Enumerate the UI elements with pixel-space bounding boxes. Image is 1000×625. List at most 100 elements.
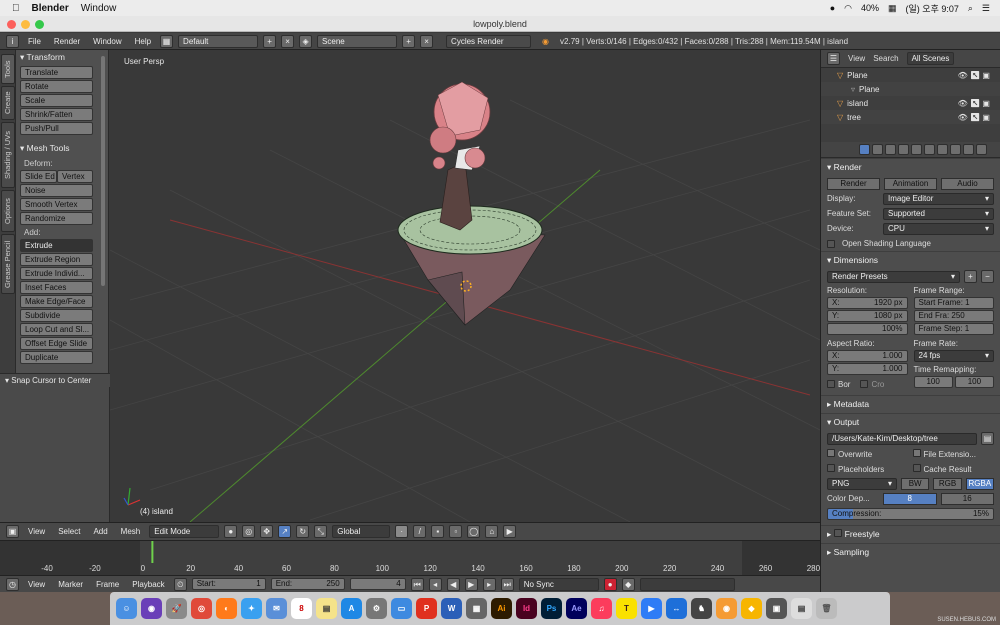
calendar-icon[interactable]: 8: [291, 598, 312, 619]
featureset-select[interactable]: Supported ▾: [883, 207, 994, 220]
remove-scene-icon[interactable]: ×: [420, 34, 434, 48]
rgb-button[interactable]: RGB: [933, 477, 962, 490]
slide-edge-button[interactable]: Slide Ed: [20, 170, 57, 183]
crop-checkbox[interactable]: [860, 380, 869, 388]
mail-icon[interactable]: ✉: [266, 598, 287, 619]
format-select[interactable]: PNG ▾: [827, 477, 897, 490]
word-icon[interactable]: W: [441, 598, 462, 619]
kakaotalk-icon[interactable]: T: [616, 598, 637, 619]
sketch-icon[interactable]: ◆: [741, 598, 762, 619]
extrude-individual-button[interactable]: Extrude Individ...: [20, 267, 93, 280]
visibility-icons[interactable]: 👁 ↖ ▣: [958, 99, 1000, 108]
animation-button[interactable]: Animation: [884, 177, 937, 190]
depth-8-button[interactable]: 8: [883, 492, 937, 505]
extrude-region-button[interactable]: Extrude Region: [20, 253, 93, 266]
end-frame-prop[interactable]: End Fra: 250: [913, 310, 994, 322]
tab-options[interactable]: Options: [1, 190, 15, 232]
quicktime-icon[interactable]: ▶: [641, 598, 662, 619]
manipulator-icon[interactable]: ✥: [260, 525, 274, 538]
rgba-button[interactable]: RGBA: [965, 477, 994, 490]
occlude-icon[interactable]: ▫: [449, 525, 463, 538]
translate-button[interactable]: Translate: [20, 66, 93, 79]
preview-range-icon[interactable]: ⏲: [173, 577, 187, 591]
frame-step-prop[interactable]: Frame Step: 1: [913, 323, 994, 335]
translate-manipulator-icon[interactable]: ↗: [278, 525, 292, 538]
keynote-icon[interactable]: ▭: [391, 598, 412, 619]
outliner-row[interactable]: ▽ Plane 👁 ↖ ▣: [821, 68, 1000, 82]
render-engine-select[interactable]: Cycles Render: [446, 34, 532, 48]
render-panel-header[interactable]: ▾ Render: [821, 158, 1000, 176]
outliner-row[interactable]: ▽ tree 👁 ↖ ▣: [821, 110, 1000, 124]
data-tab-icon[interactable]: [950, 144, 961, 155]
editor-type-3dview-icon[interactable]: ▣: [6, 525, 19, 538]
res-y-field[interactable]: Y: 1080 px: [827, 310, 908, 322]
tab-grease-pencil[interactable]: Grease Pencil: [1, 234, 15, 294]
menu-render[interactable]: Render: [50, 37, 84, 46]
add-layout-icon[interactable]: +: [263, 34, 277, 48]
remove-layout-icon[interactable]: ×: [281, 34, 295, 48]
minimize-window-icon[interactable]: [21, 20, 30, 29]
vmenu-add[interactable]: Add: [89, 527, 111, 536]
aspect-y-field[interactable]: Y: 1.000: [827, 363, 908, 375]
aspect-x-field[interactable]: X: 1.000: [827, 350, 908, 362]
outliner-view-menu[interactable]: View: [848, 54, 865, 63]
tab-shading-uvs[interactable]: Shading / UVs: [1, 122, 15, 188]
visibility-icons[interactable]: 👁 ↖ ▣: [958, 71, 1000, 80]
close-window-icon[interactable]: [7, 20, 16, 29]
menu-icon[interactable]: ☰: [982, 3, 990, 14]
scene-field[interactable]: Scene: [317, 34, 398, 48]
visibility-icons[interactable]: 👁 ↖ ▣: [958, 113, 1000, 122]
app-menu[interactable]: Blender: [32, 3, 69, 14]
offset-edge-slide-button[interactable]: Offset Edge Slide: [20, 337, 93, 350]
display-select[interactable]: Image Editor ▾: [883, 192, 994, 205]
freestyle-checkbox[interactable]: [833, 529, 842, 537]
teamviewer-icon[interactable]: ↔: [666, 598, 687, 619]
firefox-icon[interactable]: ◐: [216, 598, 237, 619]
record-icon[interactable]: ●: [603, 577, 617, 591]
siri-icon[interactable]: ◉: [141, 598, 162, 619]
editor-type-icon[interactable]: i: [6, 34, 19, 48]
editor-type-timeline-icon[interactable]: ◷: [6, 577, 19, 591]
shrink-fatten-button[interactable]: Shrink/Fatten: [20, 108, 93, 121]
freestyle-panel-header[interactable]: ▸ Freestyle: [821, 525, 1000, 543]
indesign-icon[interactable]: Id: [516, 598, 537, 619]
blender-dock-icon[interactable]: ◉: [716, 598, 737, 619]
output-path-field[interactable]: /Users/Kate-Kim/Desktop/tree: [827, 432, 977, 445]
finder-icon[interactable]: ☺: [116, 598, 137, 619]
modifiers-tab-icon[interactable]: [937, 144, 948, 155]
transform-panel-header[interactable]: ▾ Transform: [16, 50, 108, 65]
system-preferences-icon[interactable]: ⚙: [366, 598, 387, 619]
add-scene-icon[interactable]: +: [402, 34, 416, 48]
battery-label[interactable]: 40%: [861, 3, 879, 13]
framerate-select[interactable]: 24 fps ▾: [913, 350, 994, 362]
flag-icon[interactable]: ▦: [888, 3, 897, 14]
search-icon[interactable]: ⌕: [968, 3, 973, 14]
window-menu[interactable]: Window: [81, 3, 117, 14]
editor-type-outliner-icon[interactable]: ☰: [827, 52, 840, 65]
folder-icon[interactable]: ▤: [981, 432, 994, 445]
push-pull-button[interactable]: Push/Pull: [20, 122, 93, 135]
render-tab-icon[interactable]: [859, 144, 870, 155]
mesh-tools-panel-header[interactable]: ▾ Mesh Tools: [16, 141, 108, 156]
edge-select-icon[interactable]: /: [413, 525, 427, 538]
proportional-icon[interactable]: ◯: [467, 525, 481, 538]
powerpoint-icon[interactable]: P: [416, 598, 437, 619]
layout-icon[interactable]: ▦: [160, 34, 174, 48]
vmenu-select[interactable]: Select: [54, 527, 84, 536]
vertex-select-icon[interactable]: ·: [395, 525, 409, 538]
add-preset-icon[interactable]: +: [964, 270, 977, 283]
play-reverse-icon[interactable]: ◀: [446, 577, 460, 591]
mode-select[interactable]: Edit Mode: [149, 525, 220, 538]
outliner-row[interactable]: ▽ island 👁 ↖ ▣: [821, 96, 1000, 110]
overwrite-checkbox[interactable]: [827, 448, 835, 457]
safari-icon[interactable]: ✦: [241, 598, 262, 619]
document-icon[interactable]: ▤: [791, 598, 812, 619]
itunes-icon[interactable]: ♫: [591, 598, 612, 619]
face-select-icon[interactable]: ▪: [431, 525, 445, 538]
tmenu-view[interactable]: View: [24, 580, 49, 589]
jump-start-icon[interactable]: ⏮: [410, 577, 424, 591]
current-frame-field[interactable]: 4: [349, 578, 406, 590]
metadata-panel-header[interactable]: ▸ Metadata: [821, 395, 1000, 413]
wifi-icon[interactable]: ◠: [844, 3, 852, 14]
illustrator-icon[interactable]: Ai: [491, 598, 512, 619]
